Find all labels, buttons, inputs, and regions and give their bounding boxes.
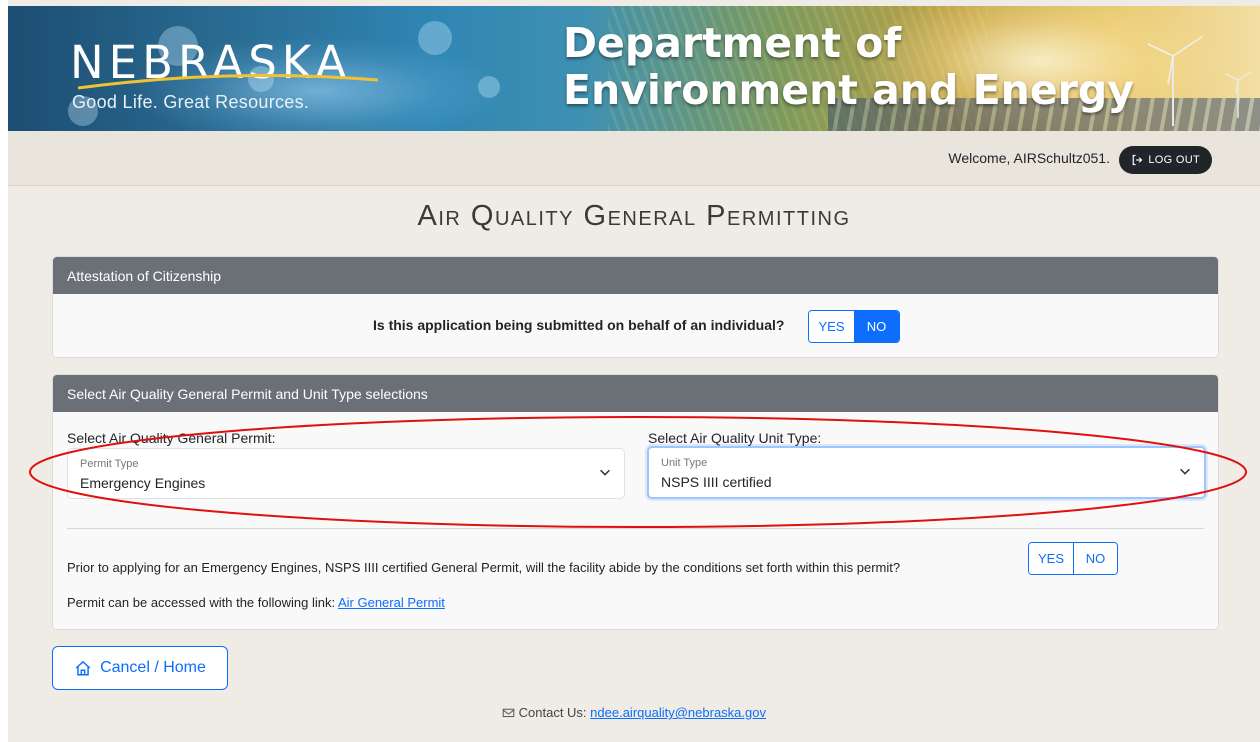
air-general-permit-link[interactable]: Air General Permit bbox=[338, 595, 445, 610]
user-bar: Welcome, AIRSchultz051. LOG OUT bbox=[8, 131, 1260, 186]
logout-button[interactable]: LOG OUT bbox=[1119, 146, 1212, 174]
unit-type-caption: Unit Type bbox=[661, 457, 708, 469]
permit-selection-card: Select Air Quality General Permit and Un… bbox=[52, 374, 1219, 630]
department-title: Department of Environment and Energy bbox=[563, 19, 1134, 114]
individual-yes-button[interactable]: YES bbox=[809, 311, 854, 342]
permit-link-line: Permit can be accessed with the followin… bbox=[67, 595, 445, 610]
unit-type-value: NSPS IIII certified bbox=[661, 474, 772, 490]
state-tagline: Good Life. Great Resources. bbox=[72, 92, 310, 112]
chevron-down-icon bbox=[1180, 468, 1190, 475]
page-title: Air Quality General Permitting bbox=[417, 200, 851, 232]
wind-turbine-small-icon bbox=[1225, 71, 1252, 118]
unit-select-label: Select Air Quality Unit Type: bbox=[648, 430, 822, 446]
contact-email-link[interactable]: ndee.airquality@nebraska.gov bbox=[590, 705, 766, 720]
chevron-down-icon bbox=[600, 469, 610, 476]
envelope-icon bbox=[502, 708, 515, 718]
page-frame: NEBRASKA Good Life. Great Resources. Dep… bbox=[8, 0, 1260, 742]
banner: NEBRASKA Good Life. Great Resources. Dep… bbox=[8, 6, 1260, 131]
unit-type-select[interactable]: Unit Type NSPS IIII certified bbox=[647, 446, 1206, 499]
abide-no-button[interactable]: NO bbox=[1073, 543, 1117, 574]
citizenship-card: Attestation of Citizenship Is this appli… bbox=[52, 256, 1219, 358]
permit-type-select[interactable]: Permit Type Emergency Engines bbox=[67, 448, 625, 499]
individual-question: Is this application being submitted on b… bbox=[373, 317, 785, 333]
swoosh-icon bbox=[78, 74, 378, 90]
abide-toggle: YES NO bbox=[1028, 542, 1118, 575]
individual-toggle: YES NO bbox=[808, 310, 900, 343]
permit-select-label: Select Air Quality General Permit: bbox=[67, 430, 276, 446]
permit-type-value: Emergency Engines bbox=[80, 475, 206, 491]
logout-icon bbox=[1133, 154, 1143, 166]
abide-question: Prior to applying for an Emergency Engin… bbox=[67, 560, 901, 575]
home-icon bbox=[75, 660, 91, 676]
cancel-home-button[interactable]: Cancel / Home bbox=[52, 646, 228, 690]
welcome-text: Welcome, AIRSchultz051. bbox=[948, 150, 1110, 166]
permit-selection-header: Select Air Quality General Permit and Un… bbox=[53, 375, 1218, 412]
individual-no-button[interactable]: NO bbox=[854, 311, 899, 342]
section-divider bbox=[67, 528, 1204, 529]
contact-footer: Contact Us: ndee.airquality@nebraska.gov bbox=[8, 705, 1260, 720]
permit-type-caption: Permit Type bbox=[80, 458, 139, 470]
abide-yes-button[interactable]: YES bbox=[1029, 543, 1073, 574]
citizenship-card-header: Attestation of Citizenship bbox=[53, 257, 1218, 294]
wind-turbine-icon bbox=[1147, 35, 1204, 126]
